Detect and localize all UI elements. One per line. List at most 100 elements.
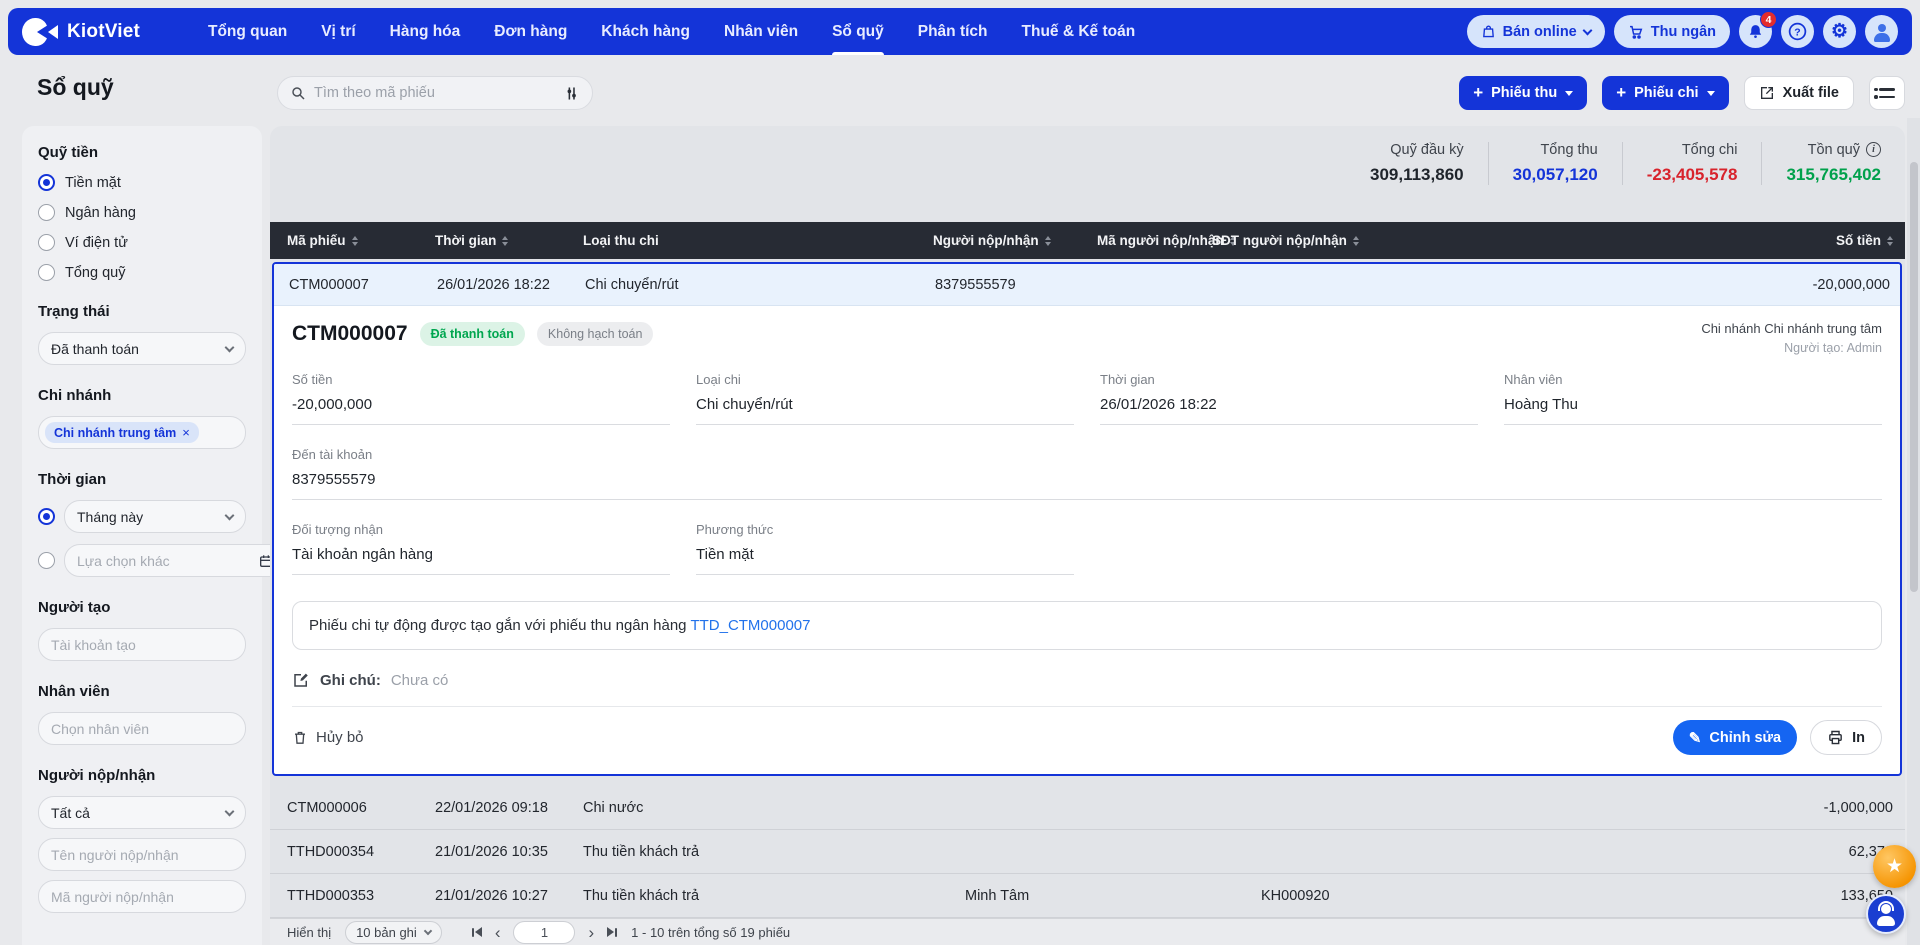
memo-value[interactable]: Chưa có	[391, 672, 449, 689]
field-so-tien: Số tiền -20,000,000	[292, 372, 670, 425]
payer-code-input-wrap	[38, 880, 246, 913]
memo-label: Ghi chú:	[320, 672, 381, 689]
ban-online-button[interactable]: Bán online	[1467, 15, 1605, 48]
col-header-ma-nguoi-nop-nhan[interactable]: Mã người nộp/nhận	[1097, 233, 1212, 248]
cancel-voucher-button[interactable]: Hủy bỏ	[292, 729, 364, 746]
export-file-button[interactable]: Xuất file	[1744, 76, 1854, 110]
time-custom-input[interactable]	[77, 553, 258, 569]
nav-item-so-quy[interactable]: Sổ quỹ	[832, 8, 884, 55]
table-row[interactable]: TTHD000353 21/01/2026 10:27 Thu tiền khá…	[270, 874, 1905, 918]
next-page-button[interactable]: ›	[588, 924, 594, 941]
nav-item-nhan-vien[interactable]: Nhân viên	[724, 8, 798, 55]
nav-item-vi-tri[interactable]: Vị trí	[321, 8, 355, 55]
nav-item-hang-hoa[interactable]: Hàng hóa	[390, 8, 461, 55]
col-header-nguoi-nop-nhan[interactable]: Người nộp/nhận	[933, 233, 1097, 248]
payer-code-input[interactable]	[51, 889, 233, 905]
creator-input-wrap	[38, 628, 246, 661]
settings-button[interactable]: ⚙	[1823, 15, 1856, 48]
table-row[interactable]: CTM000006 22/01/2026 09:18 Chi nước -1,0…	[270, 786, 1905, 830]
sort-icon	[502, 236, 508, 246]
show-label: Hiển thị	[287, 925, 331, 940]
time-preset-select[interactable]: Tháng này	[64, 500, 246, 533]
fund-option-ngan-hang[interactable]: Ngân hàng	[38, 204, 246, 221]
field-phuong-thuc[interactable]: Phương thức Tiền mặt	[696, 522, 1074, 575]
print-button[interactable]: In	[1810, 720, 1882, 755]
field-loai-chi[interactable]: Loại chi Chi chuyển/rút	[696, 372, 1074, 425]
payer-type-select[interactable]: Tất cả	[38, 796, 246, 829]
first-page-button[interactable]	[472, 927, 482, 937]
time-custom-radio[interactable]	[38, 552, 55, 569]
edit-button[interactable]: ✎ Chỉnh sửa	[1673, 720, 1797, 755]
field-den-tai-khoan[interactable]: Đến tài khoản 8379555579	[292, 447, 1882, 500]
scrollbar-track[interactable]	[1907, 118, 1920, 945]
fund-option-vi-dien-tu[interactable]: Ví điện tử	[38, 234, 246, 251]
create-receipt-label: Phiếu thu	[1491, 85, 1557, 101]
nav-item-don-hang[interactable]: Đơn hàng	[494, 8, 567, 55]
question-icon: ?	[1787, 21, 1808, 42]
time-custom-input-wrap	[64, 544, 287, 577]
kiotviet-logo-icon	[22, 17, 58, 47]
page-size-select[interactable]: 10 bản ghi	[345, 921, 442, 944]
cart-icon	[1628, 24, 1644, 40]
table-row[interactable]: TTHD000354 21/01/2026 10:35 Thu tiền khá…	[270, 830, 1905, 874]
status-select[interactable]: Đã thanh toán	[38, 332, 246, 365]
thu-ngan-button[interactable]: Thu ngân	[1614, 15, 1730, 48]
nav-item-tong-quan[interactable]: Tổng quan	[208, 8, 287, 55]
fund-option-tien-mat[interactable]: Tiền mặt	[38, 174, 246, 191]
field-doi-tuong-nhan[interactable]: Đối tượng nhận Tài khoản ngân hàng	[292, 522, 670, 575]
support-chat-button[interactable]	[1866, 894, 1906, 934]
create-payment-button[interactable]: + Phiếu chi	[1602, 76, 1728, 110]
current-page-input[interactable]: 1	[513, 921, 575, 944]
time-preset-value: Tháng này	[77, 509, 143, 525]
payer-filter-label: Người nộp/nhận	[38, 767, 246, 784]
linked-voucher-link[interactable]: TTD_CTM000007	[690, 617, 810, 634]
search-input[interactable]	[314, 85, 555, 101]
account-button[interactable]	[1865, 15, 1898, 48]
time-preset-radio[interactable]	[38, 508, 55, 525]
help-button[interactable]: ?	[1781, 15, 1814, 48]
linked-voucher-note: Phiếu chi tự động được tạo gắn với phiếu…	[292, 601, 1882, 650]
col-header-sdt-nguoi-nop-nhan[interactable]: SĐT người nộp/nhận	[1212, 233, 1663, 248]
expanded-record: CTM000007 26/01/2026 18:22 Chi chuyển/rú…	[272, 262, 1902, 776]
brand-name: KiotViet	[67, 21, 140, 43]
pagination-bar: Hiển thị 10 bản ghi ‹ 1 › 1 - 10 trên tổ…	[270, 918, 1905, 945]
chevron-down-icon	[1565, 91, 1573, 96]
col-header-loai-thu-chi[interactable]: Loại thu chi	[583, 233, 933, 248]
kiotviet-logo[interactable]: KiotViet	[22, 17, 182, 47]
rating-star-button[interactable]: ★	[1873, 845, 1916, 888]
last-page-button[interactable]	[607, 927, 617, 937]
nav-item-khach-hang[interactable]: Khách hàng	[601, 8, 690, 55]
table-body: CTM000006 22/01/2026 09:18 Chi nước -1,0…	[270, 786, 1905, 918]
scrollbar-thumb[interactable]	[1910, 162, 1918, 592]
field-thoi-gian[interactable]: Thời gian 26/01/2026 18:22	[1100, 372, 1478, 425]
detail-creator: Người tạo: Admin	[1701, 341, 1882, 355]
remove-branch-icon[interactable]: ×	[182, 425, 190, 440]
chevron-down-icon	[1582, 25, 1592, 35]
staff-filter-label: Nhân viên	[38, 683, 246, 700]
filter-sliders-icon[interactable]	[563, 85, 580, 102]
stat-opening-balance: Quỹ đầu kỳ 309,113,860	[1346, 142, 1488, 185]
col-header-thoi-gian[interactable]: Thời gian	[435, 233, 583, 248]
col-header-so-tien[interactable]: Số tiền	[1663, 233, 1893, 248]
info-icon[interactable]: i	[1866, 142, 1881, 157]
create-receipt-button[interactable]: + Phiếu thu	[1459, 76, 1587, 110]
payer-name-input[interactable]	[51, 847, 233, 863]
pencil-icon: ✎	[1689, 729, 1702, 747]
nav-item-phan-tich[interactable]: Phân tích	[918, 8, 988, 55]
branch-select[interactable]: Chi nhánh trung tâm ×	[38, 416, 246, 449]
table-row[interactable]: CTM000007 26/01/2026 18:22 Chi chuyển/rú…	[274, 264, 1900, 306]
column-settings-button[interactable]	[1869, 76, 1905, 110]
stat-total-in: Tổng thu 30,057,120	[1488, 142, 1622, 185]
sort-icon	[352, 236, 358, 246]
notifications-button[interactable]: 4	[1739, 15, 1772, 48]
col-header-ma-phieu[interactable]: Mã phiếu	[287, 233, 435, 248]
field-nhan-vien[interactable]: Nhân viên Hoàng Thu	[1504, 372, 1882, 425]
linked-voucher-text: Phiếu chi tự động được tạo gắn với phiếu…	[309, 617, 687, 634]
creator-input[interactable]	[51, 637, 233, 653]
nav-item-thue-ke-toan[interactable]: Thuế & Kế toán	[1022, 8, 1136, 55]
fund-option-tong-quy[interactable]: Tổng quỹ	[38, 264, 246, 281]
prev-page-button[interactable]: ‹	[495, 924, 501, 941]
staff-input[interactable]	[51, 721, 233, 737]
export-file-label: Xuất file	[1783, 85, 1839, 101]
edit-note-icon[interactable]	[292, 671, 310, 689]
